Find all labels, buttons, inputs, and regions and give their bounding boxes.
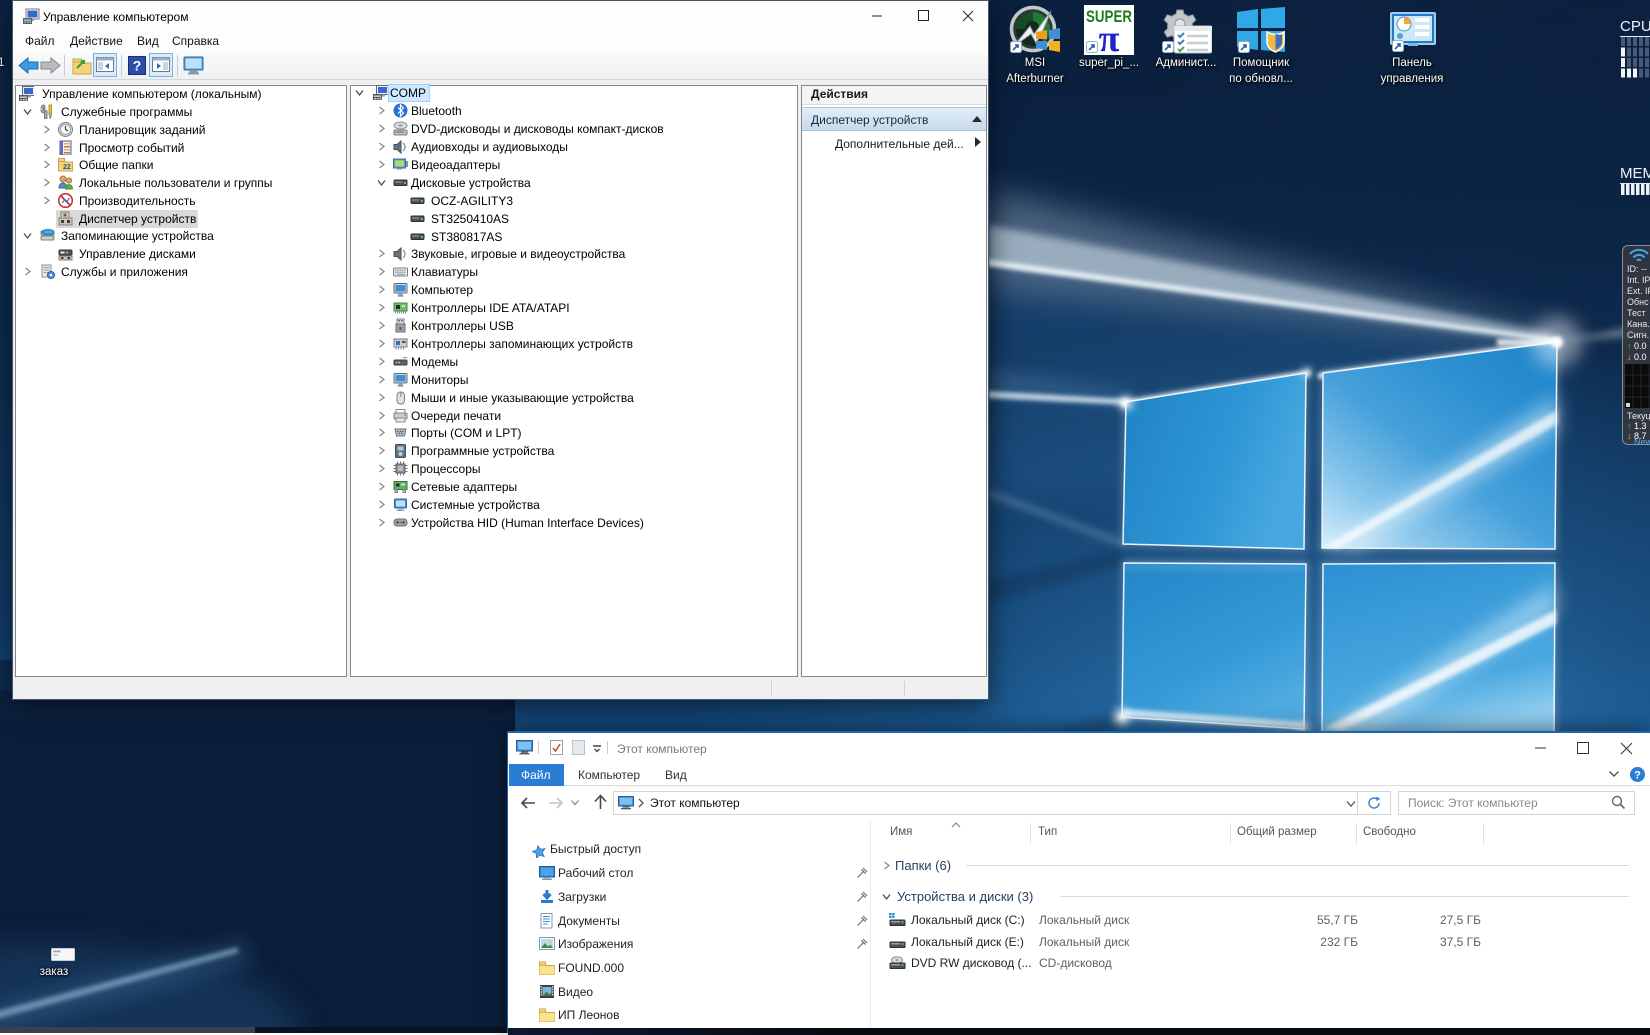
svg-text:22: 22	[63, 164, 71, 171]
svg-text:?: ?	[133, 58, 142, 74]
svg-text:π: π	[1099, 18, 1120, 55]
svg-text:?: ?	[1634, 770, 1641, 782]
